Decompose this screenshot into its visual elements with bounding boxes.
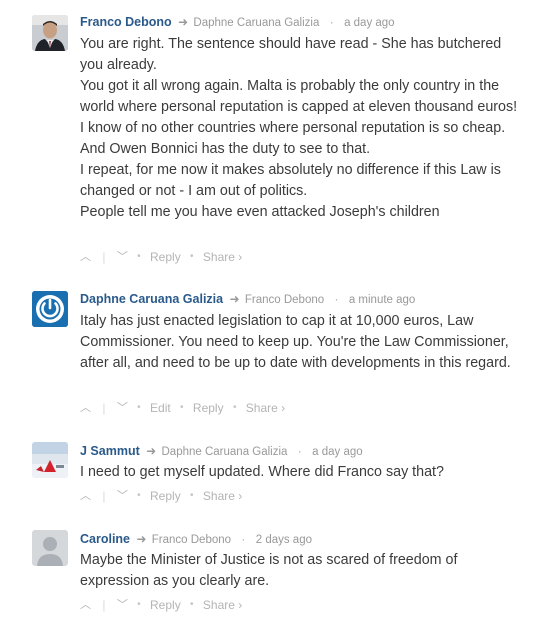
downvote-icon[interactable]: ﹀ [117,488,128,504]
avatar[interactable] [32,291,68,327]
reply-button[interactable]: Reply [150,249,181,265]
upvote-icon[interactable]: ︿ [80,249,91,265]
reply-target[interactable]: Franco Debono [245,294,324,306]
avatar-photo-icon [32,442,68,478]
comment-paragraph: I need to get myself updated. Where did … [80,464,444,480]
reply-arrow-icon: ➜ [136,532,147,546]
comment-body: Italy has just enacted legislation to ca… [80,311,520,374]
comment-paragraph: Maybe the Minister of Justice is not as … [80,552,458,589]
share-button[interactable]: Share › [246,400,285,416]
author-name[interactable]: J Sammut [80,444,140,458]
timestamp[interactable]: 2 days ago [256,534,312,546]
comment: Daphne Caruana Galizia ➜ Franco Debono ·… [0,285,550,425]
divider: | [102,249,106,264]
upvote-icon[interactable]: ︿ [80,597,91,613]
reply-arrow-icon: ➜ [229,292,240,306]
comment-paragraph: I repeat, for me now it makes absolutely… [80,162,501,199]
comment: Caroline ➜ Franco Debono · 2 days ago Ma… [0,524,550,624]
comment-paragraph: Italy has just enacted legislation to ca… [80,313,511,371]
upvote-icon[interactable]: ︿ [80,400,91,416]
author-name[interactable]: Franco Debono [80,15,172,29]
reply-button[interactable]: Reply [150,488,181,504]
reply-target[interactable]: Franco Debono [152,534,231,546]
separator-dot: · [297,444,302,458]
separator-dot: • [190,250,194,262]
comment-paragraph: You got it all wrong again. Malta is pro… [80,78,518,157]
comment-body: You are right. The sentence should have … [80,34,520,223]
divider: | [102,400,106,415]
reply-button[interactable]: Reply [150,597,181,613]
reply-arrow-icon: ➜ [146,444,157,458]
author-name[interactable]: Caroline [80,532,130,546]
downvote-icon[interactable]: ﹀ [117,597,128,613]
share-button[interactable]: Share › [203,249,242,265]
downvote-icon[interactable]: ﹀ [117,249,128,265]
avatar-photo-icon [32,15,68,51]
separator-dot: · [329,15,334,29]
comment-body: I need to get myself updated. Where did … [80,462,520,483]
reply-target[interactable]: Daphne Caruana Galizia [193,17,319,29]
comment-paragraph: People tell me you have even attacked Jo… [80,204,440,220]
comment-paragraph: You are right. The sentence should have … [80,36,502,73]
author-name[interactable]: Daphne Caruana Galizia [80,292,223,306]
comment-header: Daphne Caruana Galizia ➜ Franco Debono ·… [80,291,415,308]
share-button[interactable]: Share › [203,597,242,613]
reply-button[interactable]: Reply [193,400,224,416]
comment: Franco Debono ➜ Daphne Caruana Galizia ·… [0,0,550,275]
avatar[interactable] [32,15,68,51]
comment-actions: ︿ | ﹀ • Reply • Share › [80,248,242,265]
timestamp[interactable]: a day ago [312,446,363,458]
separator-dot: • [137,250,141,262]
separator-dot: • [137,401,141,413]
upvote-icon[interactable]: ︿ [80,488,91,504]
comment-body: Maybe the Minister of Justice is not as … [80,550,520,592]
separator-dot: · [241,532,246,546]
comment-header: J Sammut ➜ Daphne Caruana Galizia · a da… [80,443,363,460]
edit-button[interactable]: Edit [150,400,171,416]
divider: | [102,488,106,503]
separator-dot: • [137,489,141,501]
separator-dot: • [232,401,237,413]
reply-target[interactable]: Daphne Caruana Galizia [162,446,288,458]
reply-arrow-icon: ➜ [178,15,189,29]
separator-dot: • [180,401,184,413]
separator-dot: · [334,292,339,306]
comment-actions: ︿ | ﹀ • Reply • Share › [80,487,242,504]
timestamp[interactable]: a day ago [344,17,395,29]
default-user-icon [32,530,68,566]
comment-header: Franco Debono ➜ Daphne Caruana Galizia ·… [80,14,395,31]
avatar[interactable] [32,442,68,478]
avatar[interactable] [32,530,68,566]
separator-dot: • [137,598,141,610]
share-button[interactable]: Share › [203,488,242,504]
divider: | [102,597,106,612]
comment: J Sammut ➜ Daphne Caruana Galizia · a da… [0,437,550,512]
separator-dot: • [190,598,194,610]
downvote-icon[interactable]: ﹀ [117,400,128,416]
comment-actions: ︿ | ﹀ • Edit • Reply • Share › [80,399,285,416]
power-logo-icon [32,291,68,327]
timestamp[interactable]: a minute ago [349,294,416,306]
separator-dot: • [190,489,194,501]
comment-actions: ︿ | ﹀ • Reply • Share › [80,596,242,613]
comment-header: Caroline ➜ Franco Debono · 2 days ago [80,531,312,548]
